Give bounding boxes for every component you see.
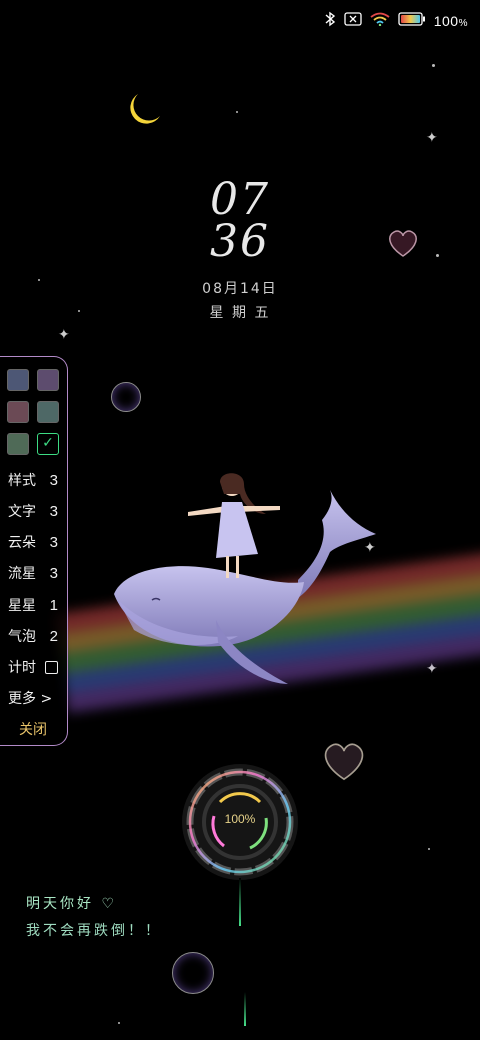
sparkle-icon: ✦ xyxy=(58,327,70,343)
battery-percent: 100% xyxy=(434,13,468,29)
setting-label: 文字 xyxy=(8,504,36,520)
battery-percent-unit: % xyxy=(458,18,468,29)
setting-value: 3 xyxy=(49,564,58,582)
whale-girl-illustration xyxy=(114,473,376,684)
meteor-trail xyxy=(239,878,241,926)
setting-bubbles[interactable]: 气泡 2 xyxy=(8,625,64,647)
weekday-label: 星 期 五 xyxy=(209,305,271,321)
color-swatch-5[interactable] xyxy=(7,433,29,455)
progress-percent: 100% xyxy=(224,812,256,826)
setting-label: 气泡 xyxy=(8,629,36,645)
check-icon: ✓ xyxy=(42,435,54,451)
setting-text[interactable]: 文字 3 xyxy=(8,500,64,522)
setting-stars[interactable]: 星星 1 xyxy=(8,594,64,616)
settings-panel: ✓ 样式 3 文字 3 云朵 3 流星 3 星星 1 气泡 2 计时 更多 > … xyxy=(0,356,68,746)
battery-percent-value: 100 xyxy=(433,13,459,29)
setting-label: 流星 xyxy=(8,566,36,582)
battery-icon xyxy=(398,12,426,30)
heart-bubble xyxy=(389,230,417,257)
star xyxy=(118,1022,120,1024)
setting-meteor[interactable]: 流星 3 xyxy=(8,562,64,584)
bluetooth-icon xyxy=(324,11,336,31)
close-button[interactable]: 关闭 xyxy=(0,719,66,739)
color-swatch-2[interactable] xyxy=(37,369,59,391)
color-swatch-4[interactable] xyxy=(37,401,59,423)
color-swatch-1[interactable] xyxy=(7,369,29,391)
setting-label: 计时 xyxy=(8,660,36,676)
setting-timer[interactable]: 计时 xyxy=(8,656,64,678)
setting-value: 3 xyxy=(49,471,58,489)
setting-cloud[interactable]: 云朵 3 xyxy=(8,531,64,553)
star xyxy=(432,64,435,67)
lock-screen: ✦ ✦ ✦ ✦ 100% 07 36 08月14日 星 期 五 ✓ 样式 3 文… xyxy=(0,0,480,1040)
meteor-trail xyxy=(244,992,246,1026)
timer-checkbox[interactable] xyxy=(45,660,58,674)
setting-label: 云朵 xyxy=(8,535,36,551)
setting-label: 星星 xyxy=(8,598,36,614)
setting-value: 2 xyxy=(49,627,58,645)
bubble xyxy=(111,382,141,412)
setting-style[interactable]: 样式 3 xyxy=(8,469,64,491)
status-bar: 100% xyxy=(324,10,468,32)
no-sim-icon xyxy=(344,12,362,30)
bubble xyxy=(172,952,214,994)
more-button[interactable]: 更多 > xyxy=(8,687,64,709)
message-line-1: 明天你好 ♡ xyxy=(26,896,118,912)
setting-label: 样式 xyxy=(8,473,36,489)
setting-value: 3 xyxy=(49,502,58,520)
sparkle-icon: ✦ xyxy=(426,130,438,146)
star xyxy=(428,848,430,850)
more-label: 更多 > xyxy=(8,691,53,707)
color-swatch-selected[interactable]: ✓ xyxy=(37,433,59,455)
setting-value: 3 xyxy=(49,533,58,551)
setting-value: 1 xyxy=(49,596,58,614)
star xyxy=(236,111,238,113)
color-swatch-3[interactable] xyxy=(7,401,29,423)
moon-icon xyxy=(130,94,160,124)
wifi-icon xyxy=(370,12,390,30)
date-label: 08月14日 xyxy=(202,281,278,297)
heart-bubble xyxy=(324,743,364,781)
message-line-2: 我不会再跌倒！！ xyxy=(26,923,162,939)
